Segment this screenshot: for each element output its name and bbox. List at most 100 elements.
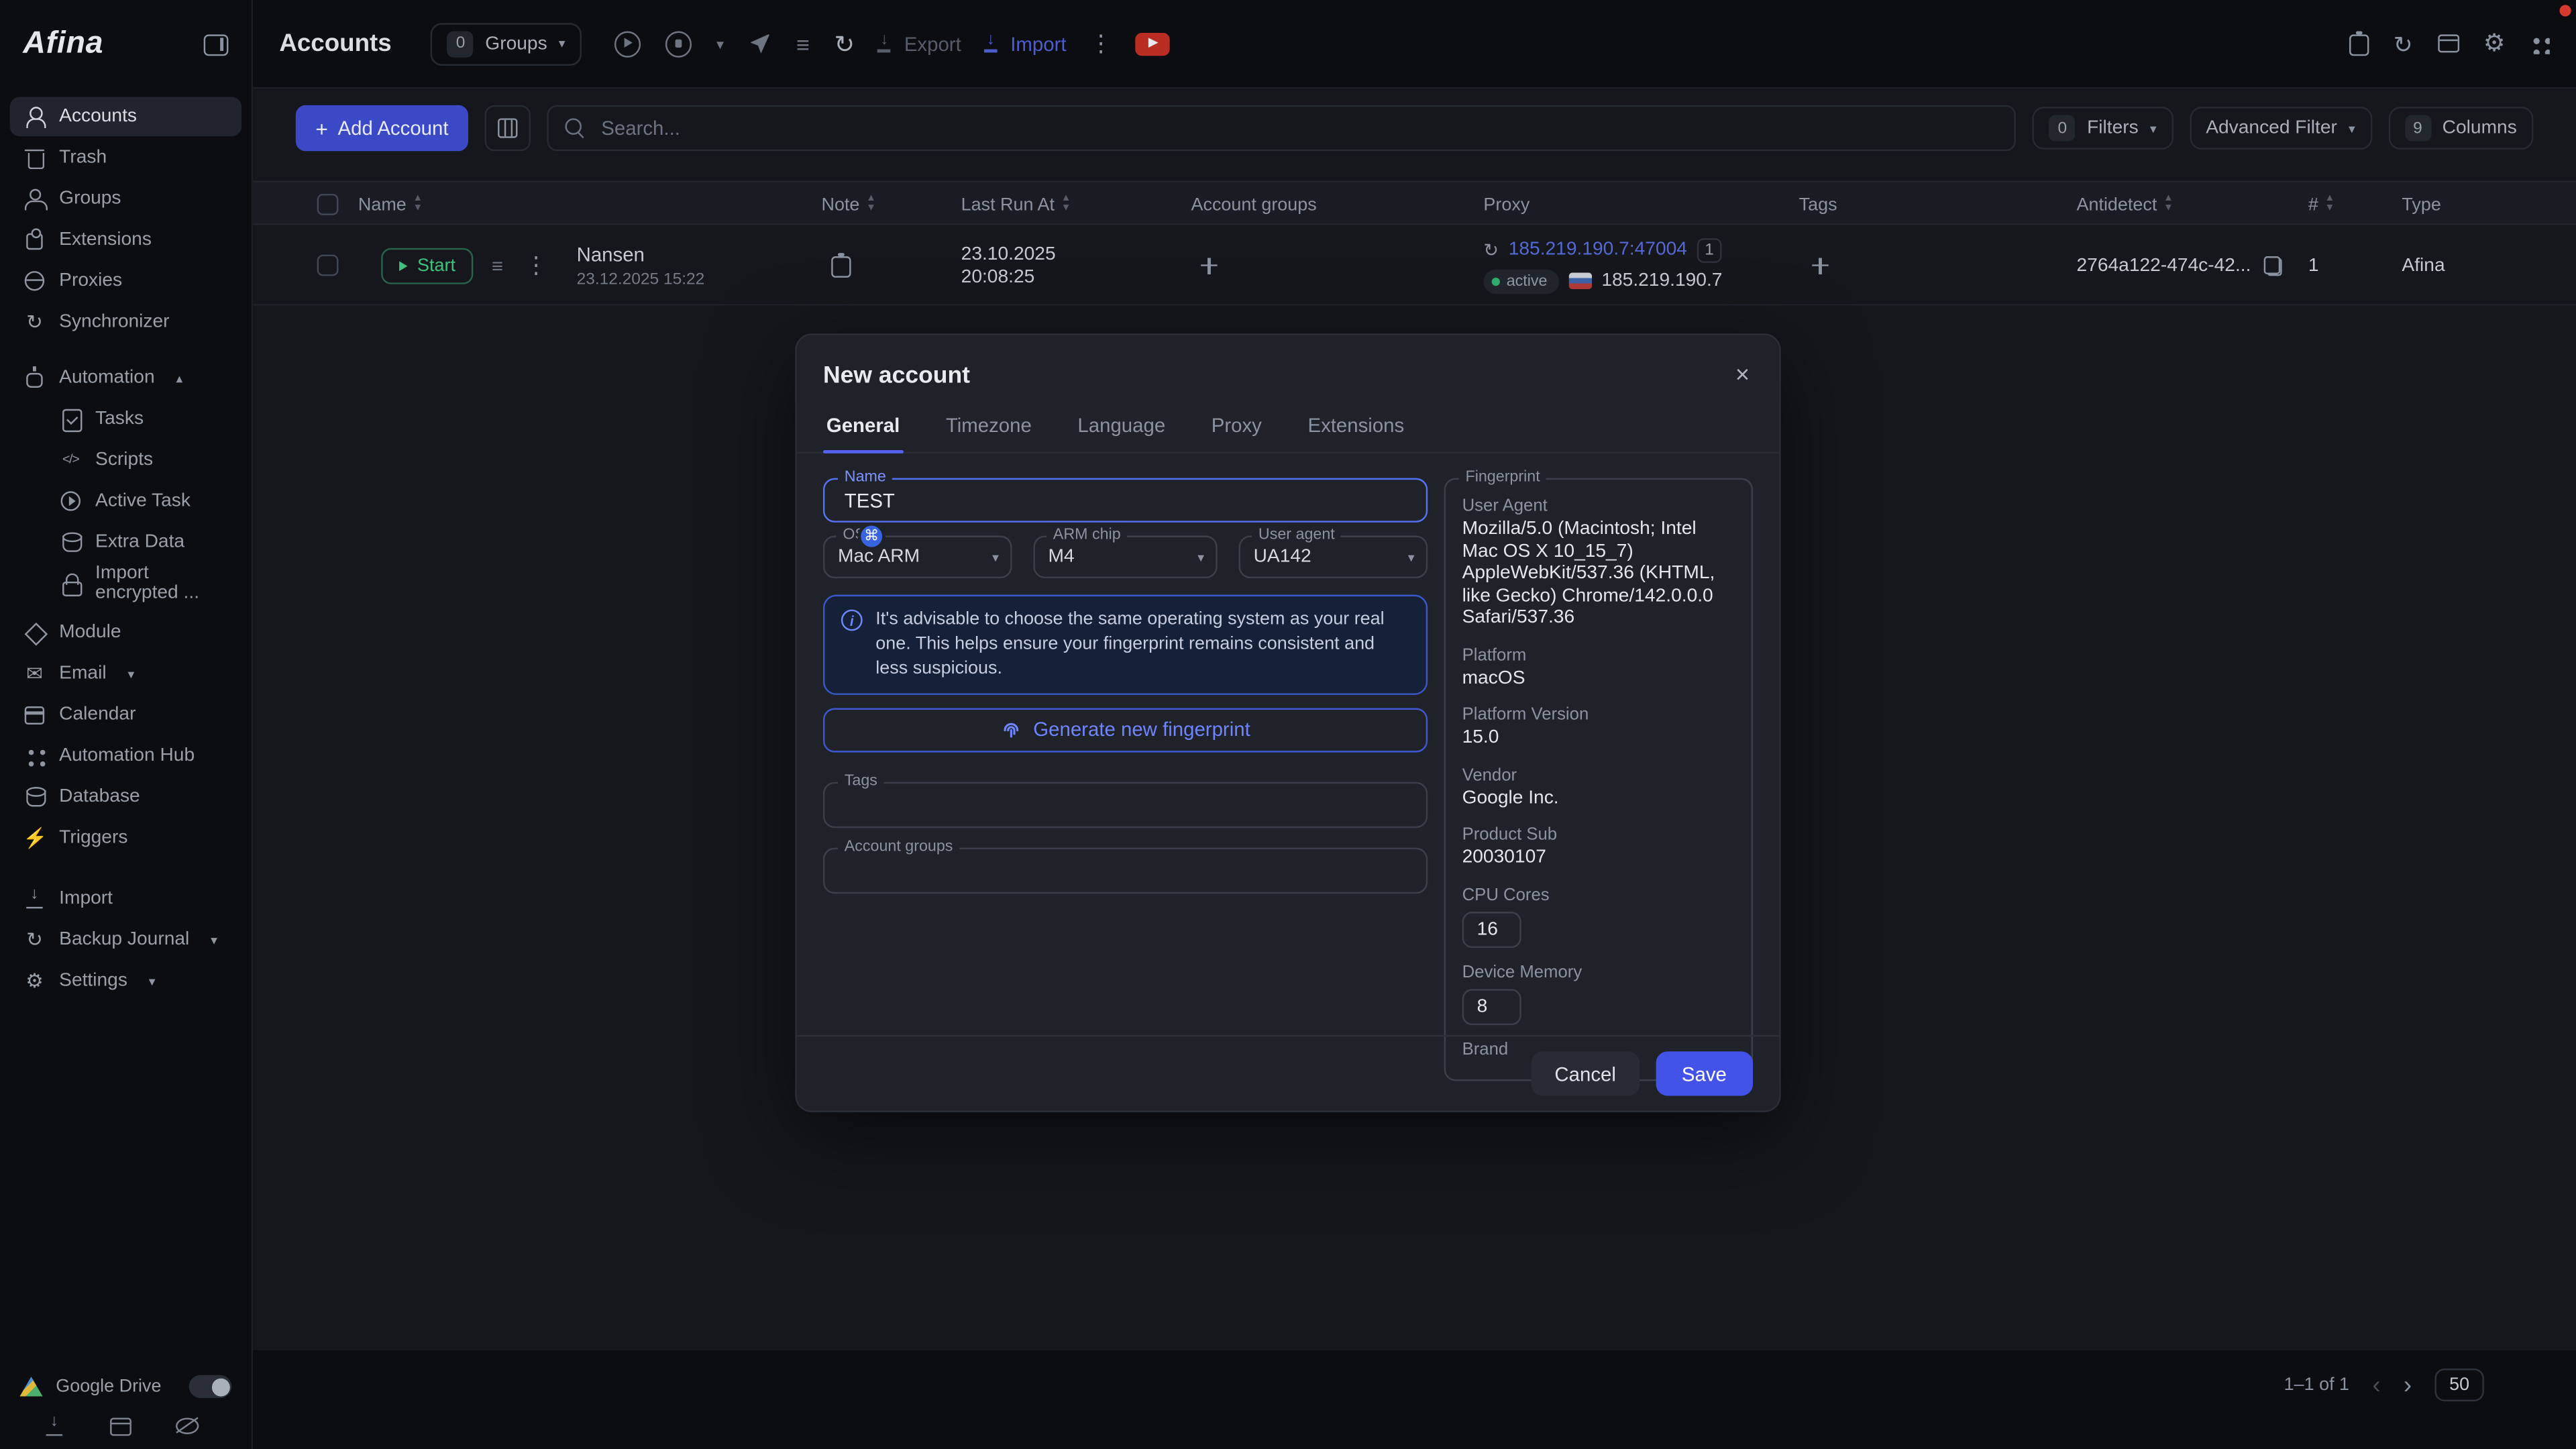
queue-icon[interactable]: ≡ xyxy=(492,252,503,278)
tags-field[interactable]: Tags xyxy=(823,782,1428,828)
sidebar-item-backup-journal[interactable]: ↻ Backup Journal ▾ xyxy=(10,920,241,959)
import-button[interactable]: Import xyxy=(981,32,1066,55)
column-header-note[interactable]: Note ▲▼ xyxy=(821,182,875,227)
sidebar-item-extra-data[interactable]: Extra Data xyxy=(10,523,241,562)
proxy-refresh-icon[interactable]: ↻ xyxy=(1483,239,1499,260)
arm-chip-select-label: ARM chip xyxy=(1046,526,1127,545)
column-view-button[interactable] xyxy=(484,105,531,152)
devices-icon[interactable] xyxy=(2437,34,2459,52)
refresh-icon[interactable]: ↻ xyxy=(835,29,855,58)
column-header-number[interactable]: # ▲▼ xyxy=(2308,182,2334,227)
sidebar-item-triggers[interactable]: ⚡ Triggers xyxy=(10,818,241,858)
groups-icon xyxy=(23,187,46,210)
tab-language[interactable]: Language xyxy=(1075,404,1169,451)
database-icon xyxy=(23,786,46,808)
sidebar-item-proxies[interactable]: Proxies xyxy=(10,261,241,301)
copy-icon[interactable] xyxy=(2264,256,2282,275)
topbar: Accounts 0 Groups ▾ ▾ ≡ ↻ Export Import … xyxy=(253,0,2576,89)
modal-title: New account xyxy=(823,362,970,388)
next-page-icon[interactable]: › xyxy=(2404,1373,2412,1397)
add-tag-icon[interactable] xyxy=(1811,256,1830,275)
os-select[interactable]: ⌘ OS Mac ARM ▾ xyxy=(823,535,1012,578)
sidebar-item-synchronizer[interactable]: ↻ Synchronizer xyxy=(10,303,241,342)
select-all-checkbox[interactable] xyxy=(317,194,339,215)
sidebar-item-tasks[interactable]: Tasks xyxy=(10,399,241,439)
column-header-name[interactable]: Name ▲▼ xyxy=(358,182,423,227)
add-account-button[interactable]: + Add Account xyxy=(296,105,468,152)
generate-fingerprint-button[interactable]: Generate new fingerprint xyxy=(823,707,1428,751)
table-row[interactable]: Start ≡ ⋮ Nansen 23.12.2025 15:22 23.10.… xyxy=(253,225,2576,306)
column-header-antidetect[interactable]: Antidetect ▲▼ xyxy=(2077,182,2174,227)
playlist-icon[interactable]: ≡ xyxy=(796,30,810,56)
chevron-down-icon[interactable]: ▾ xyxy=(716,30,724,56)
youtube-icon[interactable] xyxy=(1135,32,1169,55)
arm-chip-select[interactable]: ARM chip M4 ▾ xyxy=(1033,535,1217,578)
sidebar-item-module[interactable]: Module xyxy=(10,612,241,652)
row-checkbox[interactable] xyxy=(317,255,339,276)
start-button[interactable]: Start xyxy=(381,248,474,284)
tab-general[interactable]: General xyxy=(823,404,903,451)
sidebar-item-groups[interactable]: Groups xyxy=(10,179,241,219)
tab-extensions[interactable]: Extensions xyxy=(1305,404,1408,451)
user-agent-select[interactable]: User agent UA142 ▾ xyxy=(1239,535,1428,578)
sidebar-item-accounts[interactable]: Accounts xyxy=(10,97,241,136)
collapse-sidebar-icon[interactable] xyxy=(204,34,229,55)
cancel-button[interactable]: Cancel xyxy=(1532,1051,1639,1095)
sidebar-item-scripts[interactable]: Scripts xyxy=(10,440,241,480)
save-button[interactable]: Save xyxy=(1656,1051,1753,1095)
sidebar-section-automation[interactable]: Automation ▴ xyxy=(10,358,241,398)
advanced-filter-select[interactable]: Advanced Filter ▾ xyxy=(2190,107,2372,150)
clipboard-icon[interactable] xyxy=(2349,32,2369,55)
generate-fingerprint-label: Generate new fingerprint xyxy=(1033,718,1250,741)
close-icon[interactable]: × xyxy=(1732,360,1753,391)
window-icon[interactable] xyxy=(110,1417,131,1435)
name-input[interactable] xyxy=(841,487,1409,513)
sidebar-item-active-task[interactable]: Active Task xyxy=(10,482,241,521)
device-memory-input[interactable] xyxy=(1462,988,1521,1024)
column-header-proxy[interactable]: Proxy xyxy=(1483,182,1529,227)
column-header-account-groups[interactable]: Account groups xyxy=(1191,182,1317,227)
eye-off-icon[interactable] xyxy=(176,1417,199,1434)
search-field[interactable] xyxy=(547,105,2016,152)
account-groups-field[interactable]: Account groups xyxy=(823,847,1428,894)
google-drive-toggle[interactable] xyxy=(189,1375,232,1398)
column-header-type[interactable]: Type xyxy=(2402,182,2440,227)
gear-icon[interactable]: ⚙ xyxy=(2483,30,2506,56)
tab-proxy[interactable]: Proxy xyxy=(1208,404,1265,451)
column-header-tags[interactable]: Tags xyxy=(1799,182,1837,227)
proxy-link[interactable]: 185.219.190.7:47004 xyxy=(1509,240,1687,260)
sidebar-item-label: Import encrypted ... xyxy=(95,564,228,603)
sidebar-item-email[interactable]: ✉ Email ▾ xyxy=(10,654,241,694)
sidebar-item-import[interactable]: Import xyxy=(10,879,241,918)
tab-timezone[interactable]: Timezone xyxy=(943,404,1035,451)
export-button[interactable]: Export xyxy=(875,32,961,55)
sidebar-item-calendar[interactable]: Calendar xyxy=(10,695,241,735)
row-kebab-icon[interactable]: ⋮ xyxy=(521,252,551,280)
add-group-icon[interactable] xyxy=(1199,256,1219,275)
sidebar-item-trash[interactable]: Trash xyxy=(10,138,241,178)
stop-all-icon[interactable] xyxy=(665,30,692,56)
sidebar-item-automation-hub[interactable]: Automation Hub xyxy=(10,736,241,775)
sidebar-item-import-encrypted[interactable]: Import encrypted ... xyxy=(10,564,241,603)
search-input[interactable] xyxy=(598,115,1998,141)
sidebar-item-settings[interactable]: ⚙ Settings ▾ xyxy=(10,961,241,1001)
apps-menu-icon[interactable] xyxy=(2530,34,2549,53)
page-size-select[interactable]: 50 xyxy=(2434,1368,2483,1401)
note-icon[interactable] xyxy=(831,254,851,276)
cpu-cores-input[interactable] xyxy=(1462,911,1521,947)
prev-page-icon[interactable]: ‹ xyxy=(2372,1373,2380,1397)
sidebar-item-database[interactable]: Database xyxy=(10,777,241,816)
start-all-icon[interactable] xyxy=(614,30,641,56)
send-icon[interactable] xyxy=(749,32,771,55)
columns-select[interactable]: 9 Columns xyxy=(2388,107,2533,150)
groups-select[interactable]: 0 Groups ▾ xyxy=(431,22,582,65)
account-name: Nansen xyxy=(577,242,645,265)
name-field[interactable]: Name xyxy=(823,478,1428,523)
sidebar-item-label: Extra Data xyxy=(95,532,184,551)
import-tray-icon[interactable] xyxy=(43,1415,66,1438)
sidebar-item-extensions[interactable]: Extensions xyxy=(10,220,241,260)
filters-select[interactable]: 0 Filters ▾ xyxy=(2033,107,2173,150)
kebab-menu-icon[interactable]: ⋮ xyxy=(1086,30,1116,58)
history-icon[interactable]: ↻ xyxy=(2394,30,2413,56)
column-header-last-run[interactable]: Last Run At ▲▼ xyxy=(961,182,1071,227)
